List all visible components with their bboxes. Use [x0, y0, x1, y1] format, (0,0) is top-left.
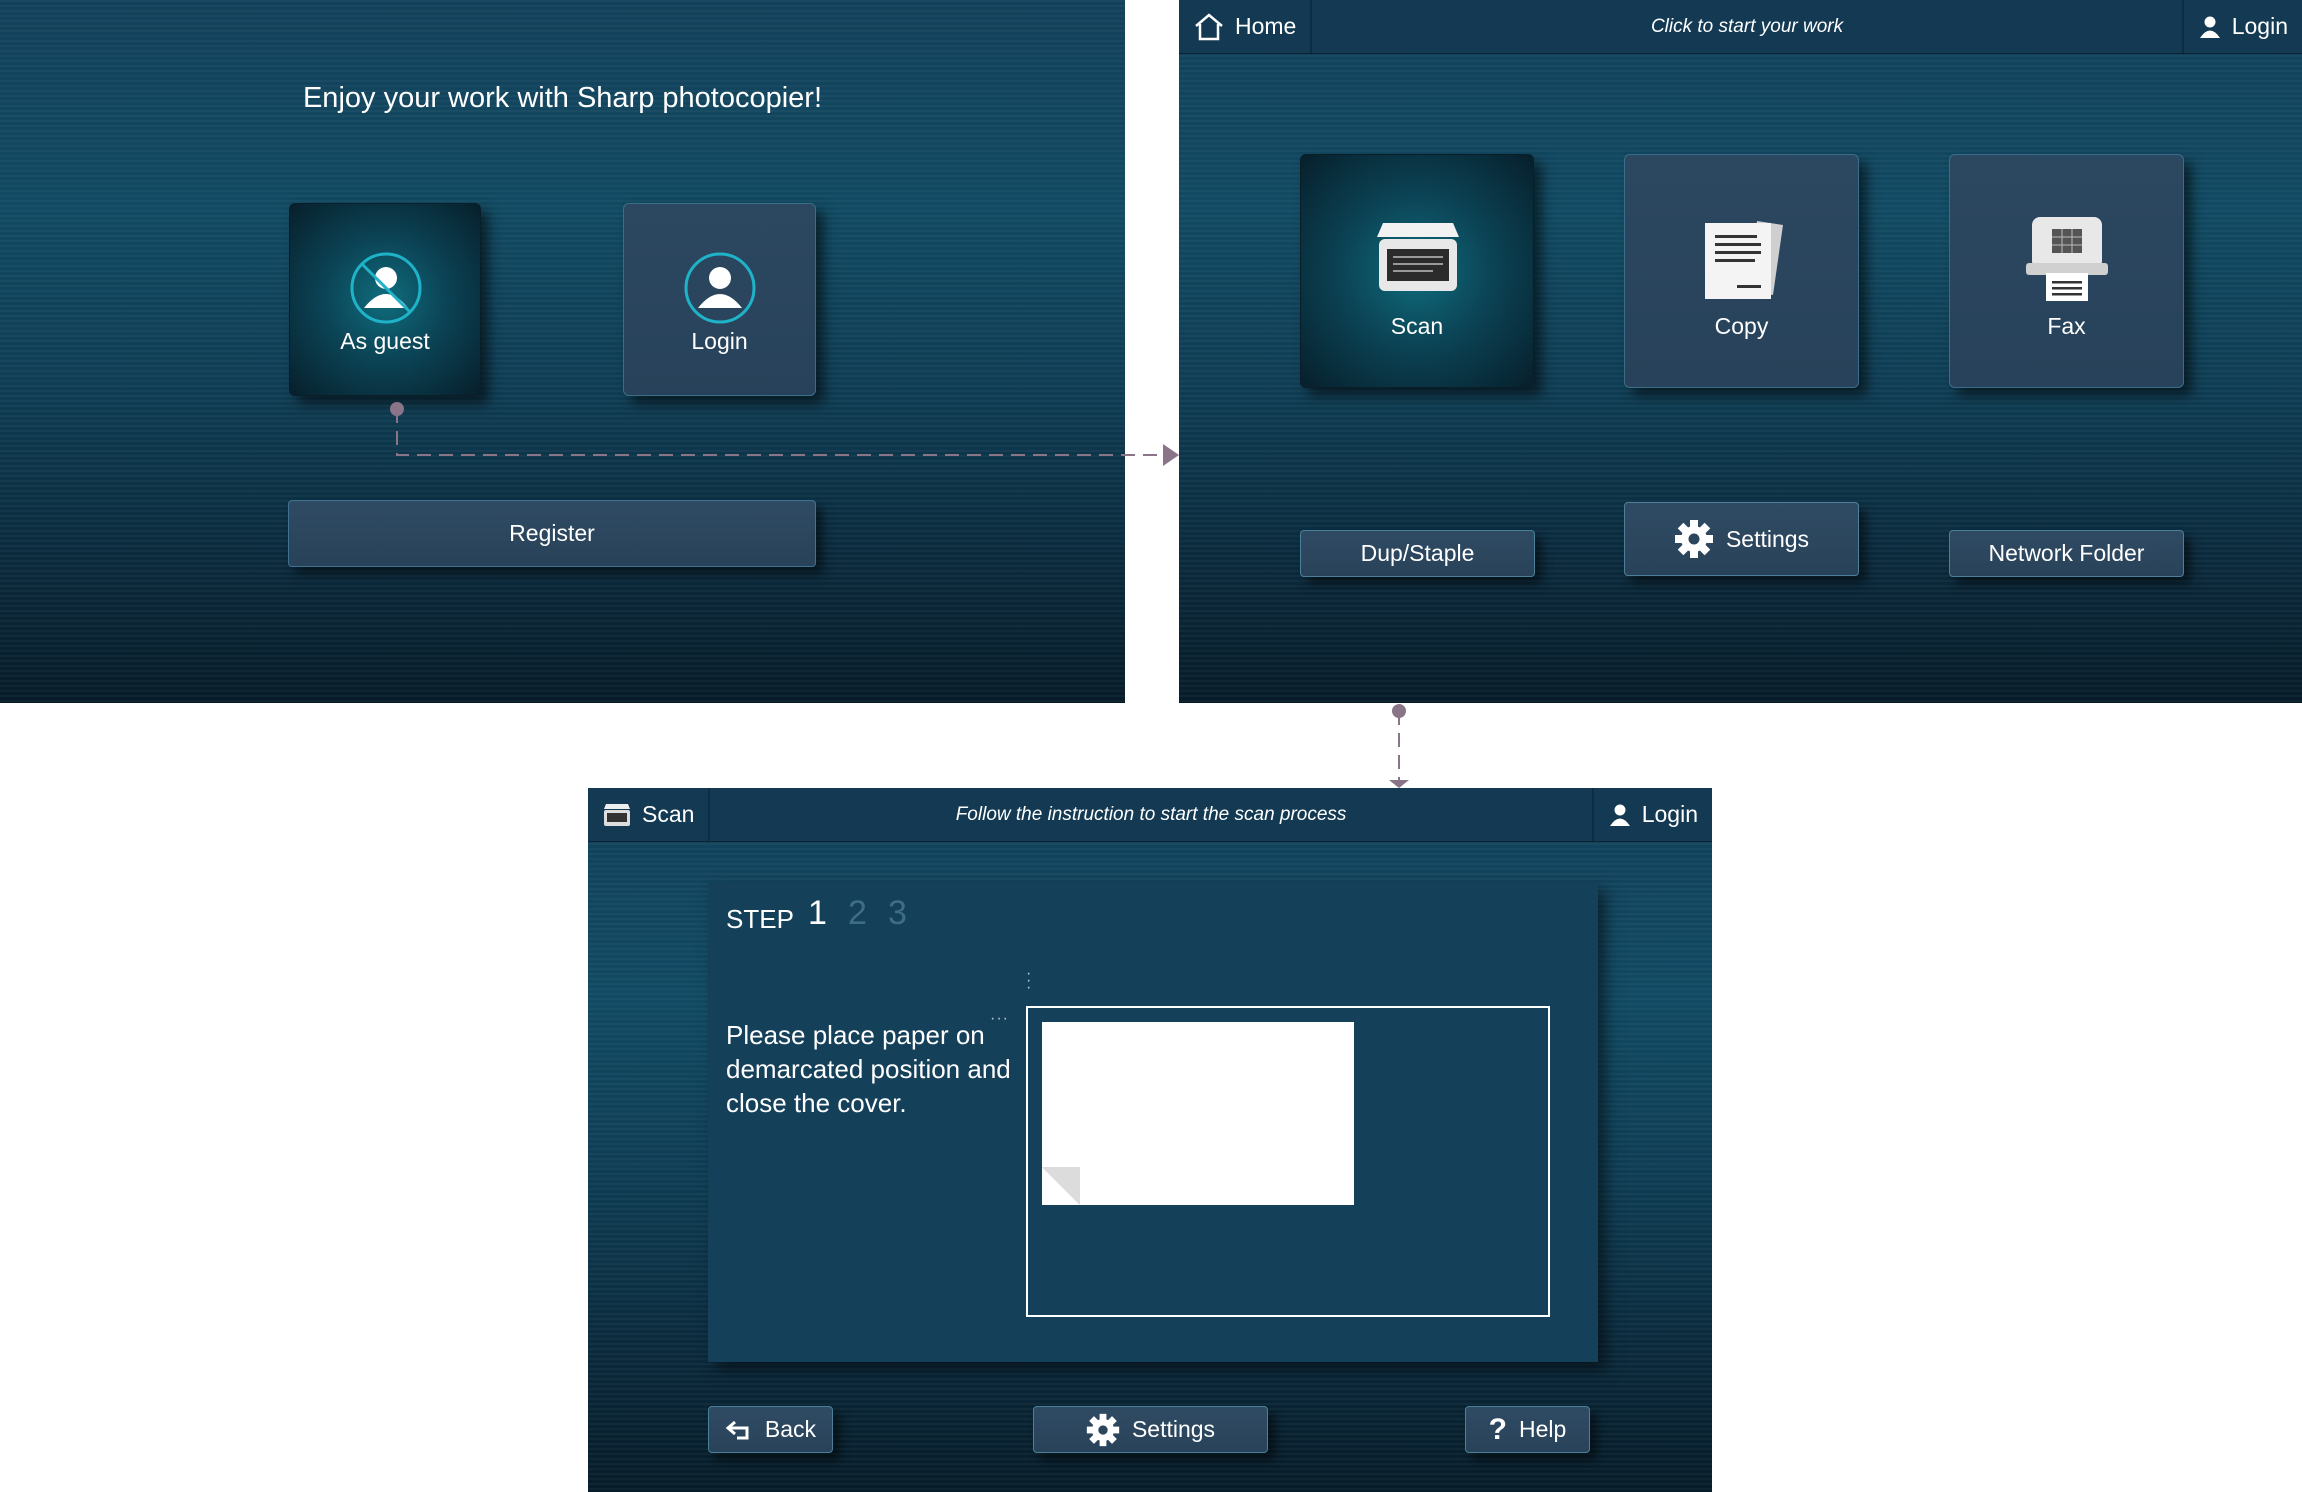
flow-connectors: [390, 402, 1409, 788]
scan-to-step-connector: [1389, 704, 1409, 788]
guest-to-home-connector: [390, 402, 1179, 466]
